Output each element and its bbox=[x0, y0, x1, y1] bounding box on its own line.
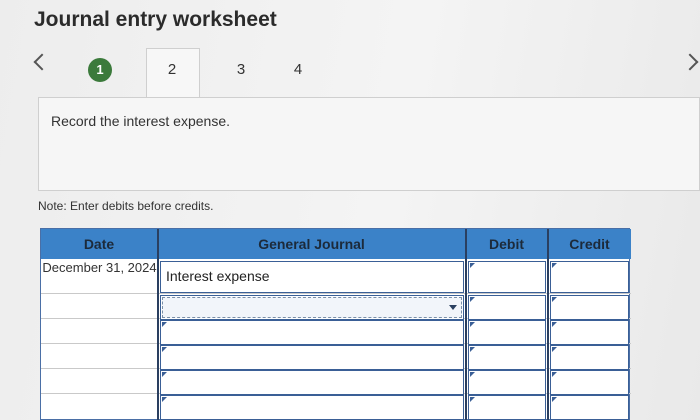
debit-field[interactable] bbox=[468, 395, 546, 420]
debit-field[interactable] bbox=[468, 261, 546, 293]
date-header: Date bbox=[41, 229, 158, 259]
column-divider bbox=[157, 229, 159, 420]
account-field[interactable]: Interest expense bbox=[160, 261, 464, 293]
worksheet-tabs: 1 2 3 4 bbox=[0, 48, 700, 98]
credit-field[interactable] bbox=[550, 345, 629, 370]
column-divider bbox=[465, 229, 467, 420]
account-field[interactable] bbox=[160, 295, 464, 320]
debit-field[interactable] bbox=[468, 320, 546, 345]
row-divider bbox=[41, 293, 631, 294]
credit-field[interactable] bbox=[550, 261, 629, 293]
next-arrow-icon[interactable] bbox=[681, 53, 699, 71]
journal-table: Date General Journal Debit Credit Decemb… bbox=[40, 228, 631, 420]
account-dropdown[interactable] bbox=[162, 297, 462, 318]
account-value: Interest expense bbox=[166, 268, 270, 284]
account-field[interactable] bbox=[160, 345, 464, 370]
general-journal-header: General Journal bbox=[158, 229, 466, 259]
note-text: Note: Enter debits before credits. bbox=[38, 199, 214, 213]
debit-header: Debit bbox=[466, 229, 548, 259]
debit-field[interactable] bbox=[468, 345, 546, 370]
credit-field[interactable] bbox=[550, 295, 629, 320]
debit-field[interactable] bbox=[468, 370, 546, 395]
instruction-panel: Record the interest expense. bbox=[38, 97, 700, 191]
account-field[interactable] bbox=[160, 320, 464, 345]
previous-arrow-icon[interactable] bbox=[33, 53, 51, 71]
tab-3[interactable]: 3 bbox=[229, 58, 253, 82]
instruction-text: Record the interest expense. bbox=[51, 113, 230, 129]
credit-header: Credit bbox=[548, 229, 631, 259]
tab-2[interactable]: 2 bbox=[160, 58, 184, 82]
page-title: Journal entry worksheet bbox=[34, 8, 277, 31]
account-field[interactable] bbox=[160, 370, 464, 395]
credit-field[interactable] bbox=[550, 395, 629, 420]
tab-1[interactable]: 1 bbox=[88, 58, 112, 82]
column-divider bbox=[547, 229, 549, 420]
tab-4[interactable]: 4 bbox=[286, 58, 310, 82]
debit-field[interactable] bbox=[468, 295, 546, 320]
account-field[interactable] bbox=[160, 395, 464, 420]
credit-field[interactable] bbox=[550, 370, 629, 395]
date-cell: December 31, 2024 bbox=[42, 260, 157, 275]
credit-field[interactable] bbox=[550, 320, 629, 345]
chevron-down-icon[interactable] bbox=[449, 305, 457, 310]
